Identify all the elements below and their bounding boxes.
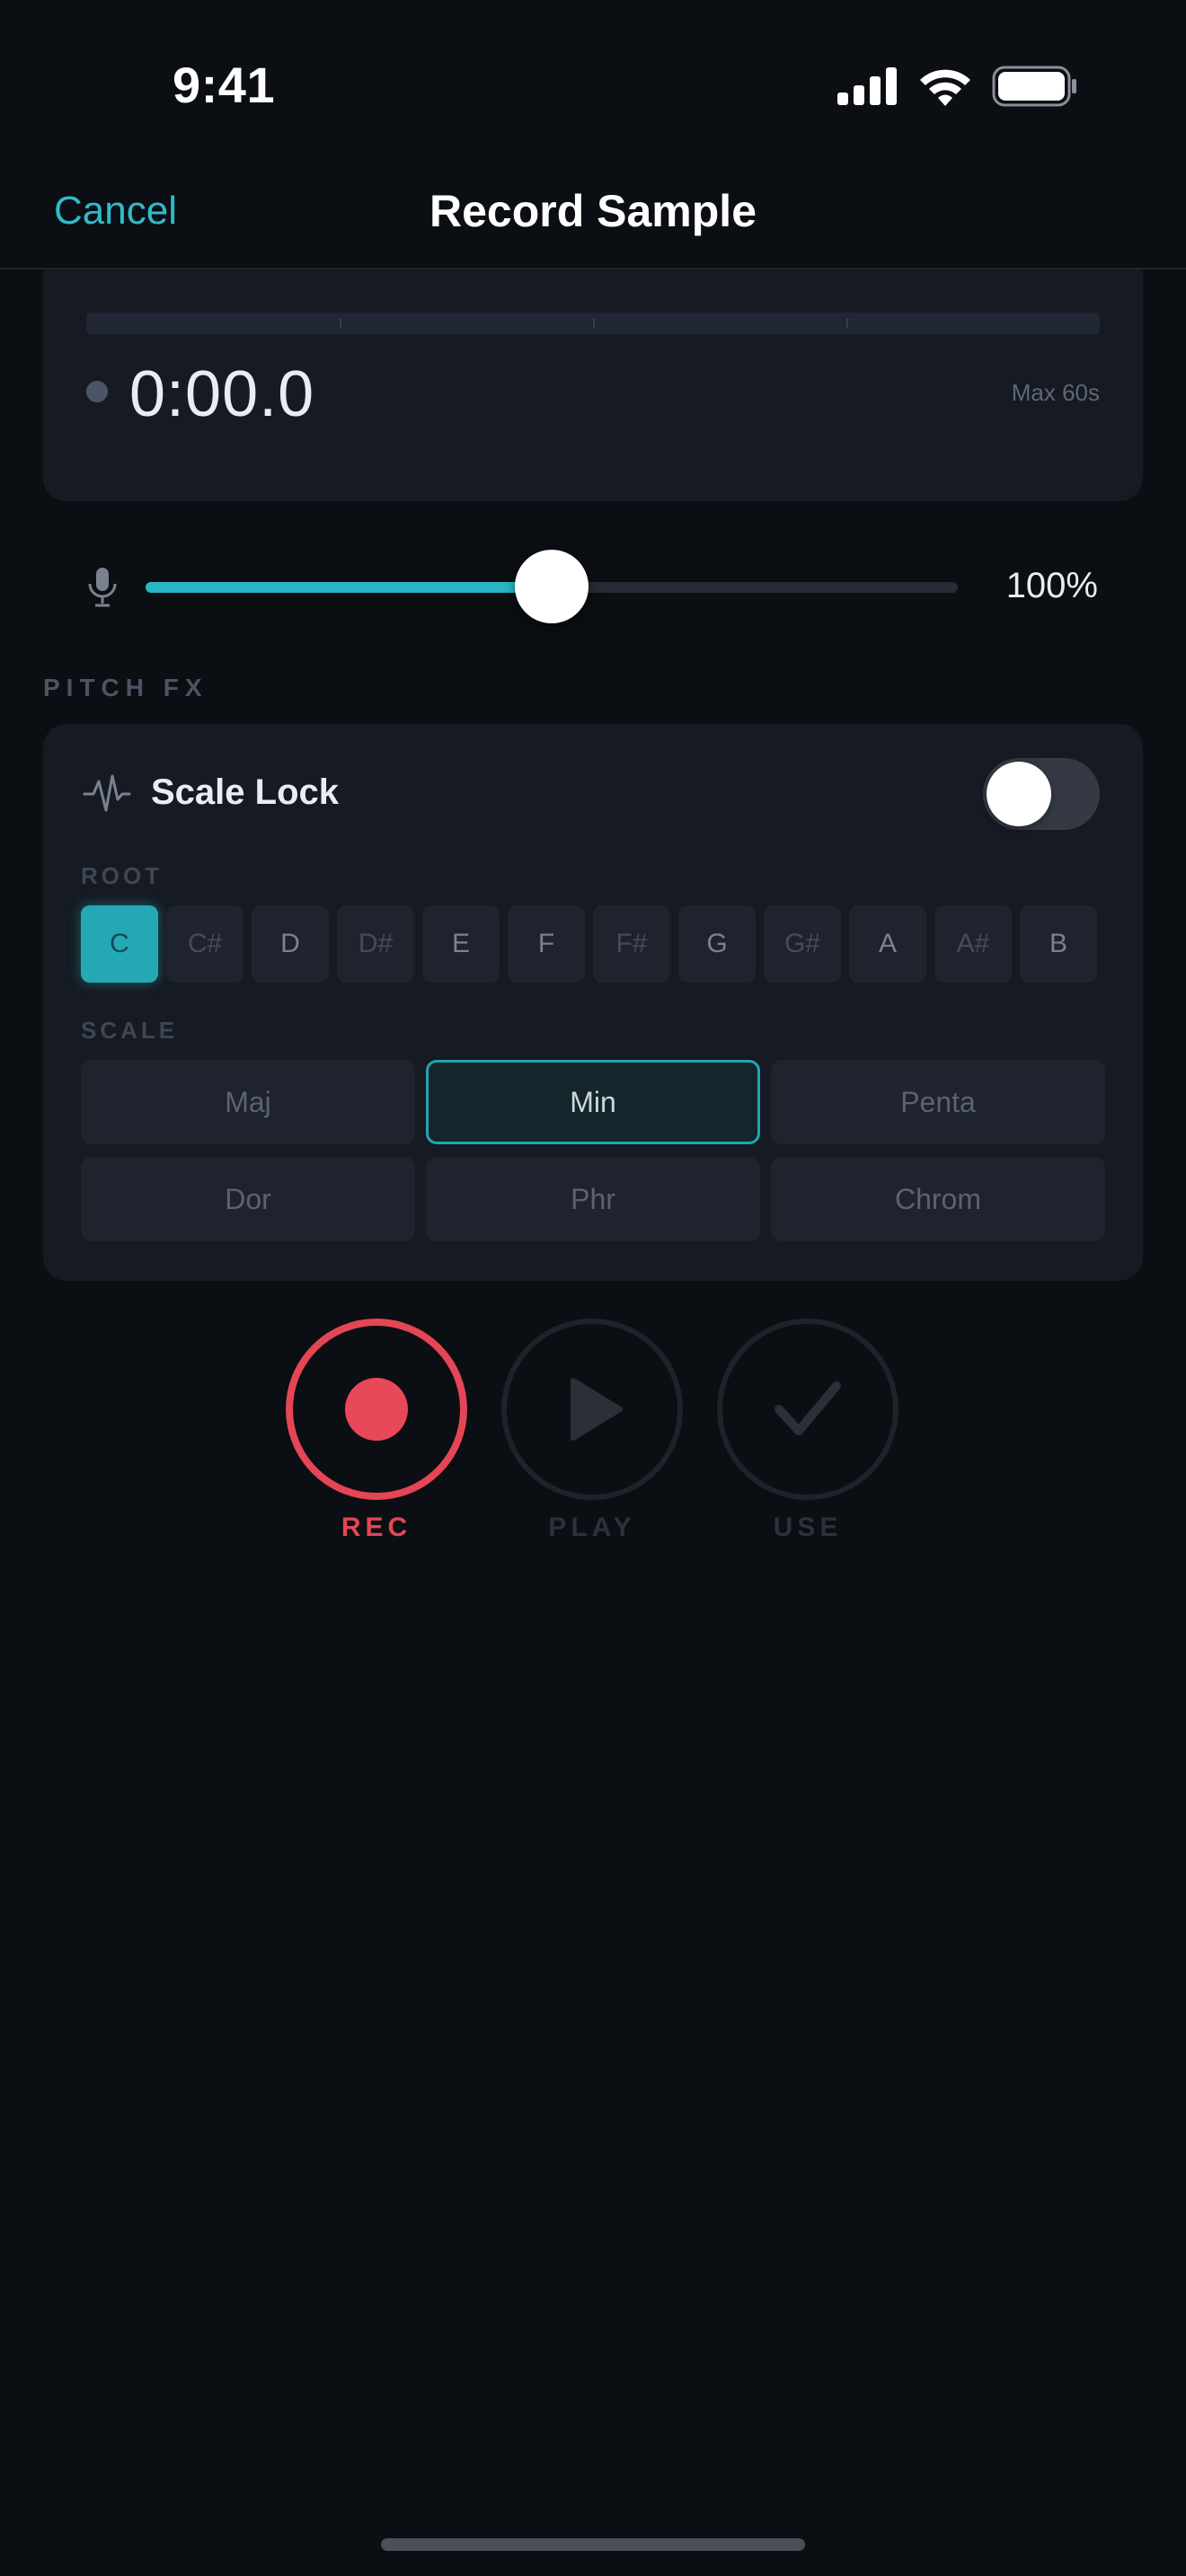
use-button[interactable] (717, 1319, 898, 1500)
waveform-icon (83, 774, 131, 812)
record-button[interactable] (286, 1319, 467, 1500)
scale-lock-label: Scale Lock (151, 772, 340, 812)
scale-lock-toggle[interactable] (983, 758, 1100, 830)
scale-option-chrom[interactable]: Chrom (771, 1157, 1105, 1241)
root-key-f-sharp[interactable]: F# (593, 905, 670, 983)
level-meter (86, 313, 1100, 334)
toggle-knob (987, 762, 1051, 826)
scale-option-phr[interactable]: Phr (426, 1157, 760, 1241)
home-indicator[interactable] (381, 2538, 805, 2551)
record-dot-icon (345, 1378, 408, 1441)
cellular-signal-icon (837, 67, 897, 105)
scale-label: SCALE (81, 1017, 179, 1044)
level-tick (593, 318, 595, 329)
root-key-b[interactable]: B (1020, 905, 1097, 983)
scale-option-penta[interactable]: Penta (771, 1060, 1105, 1144)
root-key-d-sharp[interactable]: D# (337, 905, 414, 983)
use-label: USE (773, 1513, 843, 1542)
navigation-bar: Cancel Record Sample (0, 162, 1186, 269)
pitch-fx-card: Scale Lock ROOT C C# D D# E F F# G G# A A# B SCALE … (43, 724, 1143, 1281)
page-title: Record Sample (429, 186, 757, 236)
scale-selector: Maj Min Penta Dor Phr Chrom (81, 1060, 1105, 1241)
root-key-c[interactable]: C (81, 905, 158, 983)
scale-option-maj[interactable]: Maj (81, 1060, 415, 1144)
recorder-card: 0:00.0 Max 60s (43, 269, 1143, 501)
root-key-f[interactable]: F (508, 905, 585, 983)
max-duration-label: Max 60s (1011, 379, 1100, 406)
pitch-fx-section-label: PITCH FX (43, 674, 208, 701)
root-key-a[interactable]: A (849, 905, 926, 983)
record-label: REC (341, 1513, 412, 1542)
root-key-g-sharp[interactable]: G# (764, 905, 841, 983)
level-tick (340, 318, 341, 329)
recording-indicator-dot (86, 381, 108, 402)
gain-value: 100% (1005, 566, 1098, 605)
recording-timer: 0:00.0 (129, 358, 315, 430)
record-sample-screen: 9:41 Cancel Record Sample 0:00.0 Max 60s… (0, 0, 1186, 2576)
play-label: PLAY (548, 1513, 636, 1542)
battery-icon (992, 66, 1076, 107)
microphone-icon (88, 568, 117, 607)
input-gain-slider[interactable] (146, 550, 958, 623)
root-key-g[interactable]: G (678, 905, 756, 983)
scale-option-min[interactable]: Min (426, 1060, 760, 1144)
root-label: ROOT (81, 862, 164, 889)
level-tick (846, 318, 848, 329)
slider-thumb[interactable] (515, 550, 589, 623)
checkmark-icon (774, 1381, 841, 1435)
root-key-a-sharp[interactable]: A# (934, 905, 1012, 983)
root-key-selector: C C# D D# E F F# G G# A A# B (81, 905, 1105, 983)
status-time: 9:41 (173, 57, 276, 113)
root-key-d[interactable]: D (252, 905, 329, 983)
scale-option-dor[interactable]: Dor (81, 1157, 415, 1241)
root-key-e[interactable]: E (422, 905, 500, 983)
wifi-icon (920, 69, 970, 106)
play-icon (571, 1378, 623, 1441)
root-key-c-sharp[interactable]: C# (166, 905, 243, 983)
slider-fill (146, 582, 552, 593)
play-button[interactable] (501, 1319, 683, 1500)
status-icons (837, 65, 1078, 108)
